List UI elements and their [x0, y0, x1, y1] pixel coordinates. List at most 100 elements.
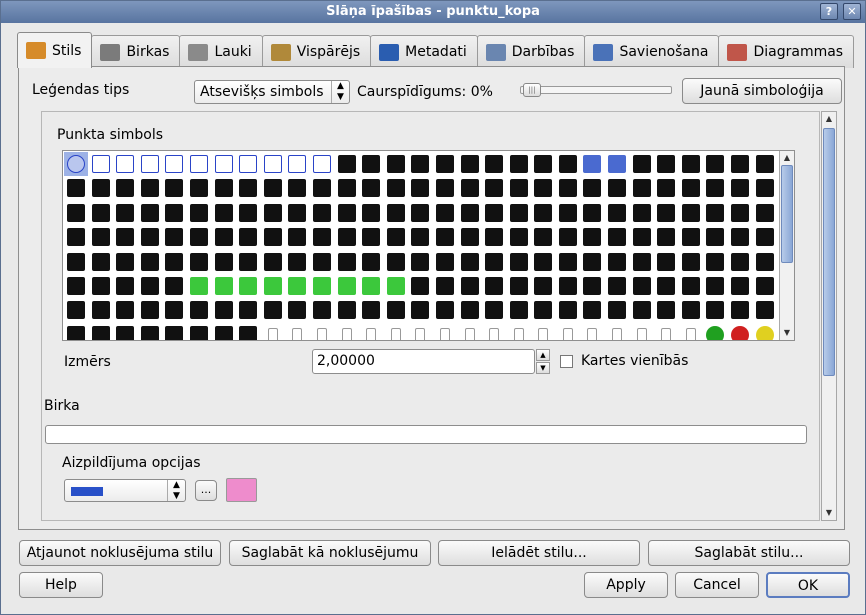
symbol-cell[interactable] [556, 201, 580, 225]
symbol-cell[interactable] [580, 152, 604, 176]
symbol-cell[interactable] [384, 250, 408, 274]
restore-default-style-button[interactable]: Atjaunot noklusējuma stilu [19, 540, 221, 566]
symbol-cell[interactable] [113, 298, 137, 322]
symbol-cell[interactable] [679, 274, 703, 298]
symbol-cell[interactable] [162, 152, 186, 176]
symbol-cell[interactable] [236, 298, 260, 322]
new-symbology-button[interactable]: Jaunā simboloģija [682, 78, 842, 104]
scroll-down-icon[interactable]: ▼ [822, 506, 836, 520]
symbol-cell[interactable] [433, 250, 457, 274]
symbol-cell[interactable] [482, 298, 506, 322]
symbol-cell[interactable] [310, 201, 334, 225]
symbol-cell[interactable] [64, 274, 88, 298]
scroll-up-icon[interactable]: ▲ [822, 112, 836, 126]
symbol-cell[interactable] [408, 274, 432, 298]
symbol-cell[interactable] [310, 152, 334, 176]
symbol-cell[interactable] [630, 152, 654, 176]
help-button[interactable]: Help [19, 572, 103, 598]
symbol-cell[interactable] [728, 323, 752, 340]
symbol-cell[interactable] [728, 250, 752, 274]
symbol-cell[interactable] [359, 323, 383, 340]
symbol-cell[interactable] [556, 225, 580, 249]
symbol-cell[interactable] [605, 176, 629, 200]
symbol-cell[interactable] [433, 225, 457, 249]
symbol-cell[interactable] [236, 225, 260, 249]
symbol-cell[interactable] [89, 250, 113, 274]
symbol-cell[interactable] [261, 152, 285, 176]
symbol-cell[interactable] [212, 250, 236, 274]
symbol-cell[interactable] [531, 201, 555, 225]
symbol-cell[interactable] [384, 152, 408, 176]
symbol-cell[interactable] [335, 274, 359, 298]
symbol-cell[interactable] [310, 274, 334, 298]
symbol-cell[interactable] [458, 298, 482, 322]
symbol-cell[interactable] [654, 201, 678, 225]
symbol-cell[interactable] [285, 250, 309, 274]
symbol-cell[interactable] [605, 250, 629, 274]
symbol-cell[interactable] [654, 274, 678, 298]
size-input[interactable]: 2,00000 [312, 349, 535, 374]
symbol-cell[interactable] [261, 323, 285, 340]
symbol-cell[interactable] [556, 274, 580, 298]
symbol-cell[interactable] [236, 323, 260, 340]
symbol-cell[interactable] [580, 176, 604, 200]
size-down-button[interactable]: ▼ [536, 362, 550, 374]
symbol-cell[interactable] [236, 274, 260, 298]
symbol-cell[interactable] [531, 152, 555, 176]
tab-metadati[interactable]: Metadati [370, 35, 478, 68]
symbol-cell[interactable] [433, 323, 457, 340]
symbol-cell[interactable] [654, 225, 678, 249]
symbol-cell[interactable] [728, 152, 752, 176]
symbol-cell[interactable] [580, 298, 604, 322]
symbol-cell[interactable] [384, 274, 408, 298]
symbol-grid-scrollbar[interactable]: ▲ ▼ [779, 151, 794, 340]
symbol-cell[interactable] [285, 274, 309, 298]
help-title-button[interactable]: ? [820, 3, 838, 20]
symbol-cell[interactable] [728, 274, 752, 298]
ok-button[interactable]: OK [766, 572, 850, 598]
symbol-cell[interactable] [580, 201, 604, 225]
symbol-cell[interactable] [187, 250, 211, 274]
symbol-cell[interactable] [138, 298, 162, 322]
symbol-cell[interactable] [212, 152, 236, 176]
symbol-cell[interactable] [212, 274, 236, 298]
symbol-cell[interactable] [187, 176, 211, 200]
symbol-cell[interactable] [703, 274, 727, 298]
load-style-button[interactable]: Ielādēt stilu... [438, 540, 640, 566]
symbol-cell[interactable] [433, 298, 457, 322]
symbol-cell[interactable] [630, 250, 654, 274]
symbol-cell[interactable] [384, 298, 408, 322]
symbol-cell[interactable] [556, 176, 580, 200]
symbol-cell[interactable] [359, 225, 383, 249]
scroll-thumb[interactable] [781, 165, 793, 263]
symbol-cell[interactable] [753, 176, 777, 200]
symbol-cell[interactable] [531, 323, 555, 340]
symbol-cell[interactable] [728, 201, 752, 225]
symbol-cell[interactable] [261, 250, 285, 274]
symbol-cell[interactable] [605, 152, 629, 176]
symbol-cell[interactable] [89, 274, 113, 298]
symbol-cell[interactable] [433, 176, 457, 200]
symbol-cell[interactable] [482, 201, 506, 225]
fill-style-select[interactable]: ▲ ▼ [64, 479, 186, 502]
symbol-cell[interactable] [507, 225, 531, 249]
symbol-cell[interactable] [679, 225, 703, 249]
symbol-cell[interactable] [654, 323, 678, 340]
symbol-cell[interactable] [335, 201, 359, 225]
symbol-cell[interactable] [458, 323, 482, 340]
symbol-cell[interactable] [580, 274, 604, 298]
symbol-cell[interactable] [335, 298, 359, 322]
symbol-cell[interactable] [630, 201, 654, 225]
symbol-cell[interactable] [531, 176, 555, 200]
symbol-cell[interactable] [605, 201, 629, 225]
symbol-cell[interactable] [89, 298, 113, 322]
legend-type-select[interactable]: Atsevišķs simbols ▲ ▼ [194, 80, 350, 104]
symbol-cell[interactable] [261, 298, 285, 322]
symbol-cell[interactable] [138, 274, 162, 298]
size-up-button[interactable]: ▲ [536, 349, 550, 361]
symbol-cell[interactable] [113, 323, 137, 340]
symbol-cell[interactable] [556, 298, 580, 322]
symbol-cell[interactable] [187, 201, 211, 225]
symbol-cell[interactable] [310, 225, 334, 249]
symbol-cell[interactable] [556, 250, 580, 274]
